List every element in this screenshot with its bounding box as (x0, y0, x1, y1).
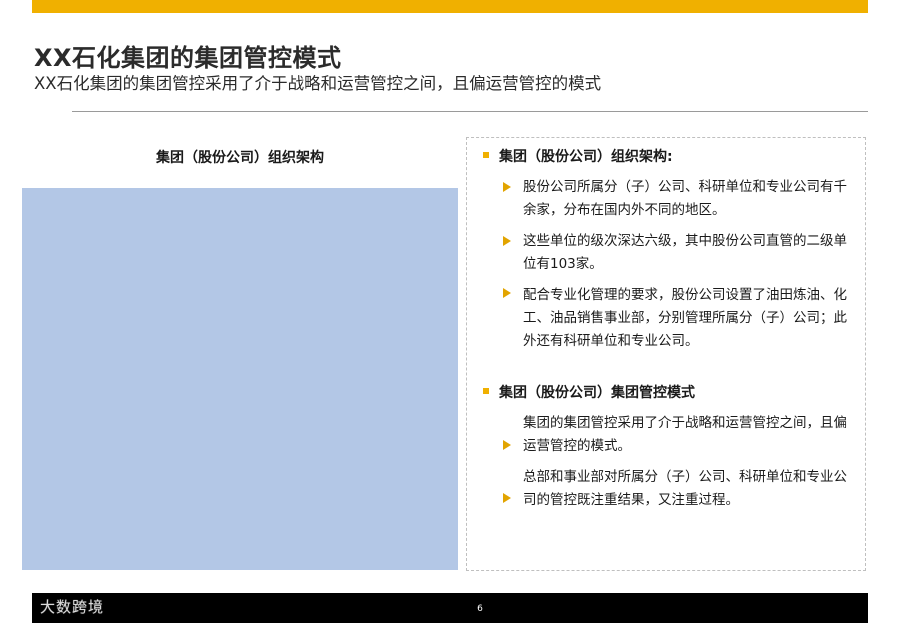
bullet-item-text: 总部和事业部对所属分（子）公司、科研单位和专业公司的管控既注重结果，又注重过程。 (523, 469, 847, 508)
arrow-bullet-icon (503, 440, 511, 450)
arrow-bullet-icon (503, 236, 511, 246)
section-heading-org-text: 集团（股份公司）组织架构: (499, 149, 673, 165)
bullet-item-text: 这些单位的级次深达六级，其中股份公司直管的二级单位有103家。 (523, 233, 847, 272)
square-bullet-icon (483, 152, 489, 158)
arrow-bullet-icon (503, 493, 511, 503)
page-subtitle: XX石化集团的集团管控采用了介于战略和运营管控之间，且偏运营管控的模式 (34, 74, 602, 93)
org-chart-area (22, 188, 458, 570)
bullet-item-text: 配合专业化管理的要求，股份公司设置了油田炼油、化工、油品销售事业部，分别管理所属… (523, 287, 847, 349)
footer-bar (32, 593, 868, 623)
page-title: XX石化集团的集团管控模式 (34, 44, 342, 72)
org-chart-heading: 集团（股份公司）组织架构 (156, 150, 324, 166)
section-heading-org: 集团（股份公司）组织架构: (483, 146, 673, 166)
section-heading-control: 集团（股份公司）集团管控模式 (483, 382, 695, 402)
description-panel: 集团（股份公司）组织架构: 股份公司所属分（子）公司、科研单位和专业公司有千余家… (466, 137, 866, 571)
title-divider (72, 111, 868, 112)
watermark-text: 大数跨境 (40, 597, 105, 616)
bullet-item-text: 集团的集团管控采用了介于战略和运营管控之间，且偏运营管控的模式。 (523, 415, 847, 454)
page-number: 6 (477, 604, 483, 614)
bullet-item-text: 股份公司所属分（子）公司、科研单位和专业公司有千余家，分布在国内外不同的地区。 (523, 179, 847, 218)
arrow-bullet-icon (503, 288, 511, 298)
top-accent-bar (32, 0, 868, 13)
watermark-logo-icon (9, 599, 31, 613)
section-heading-control-text: 集团（股份公司）集团管控模式 (499, 385, 695, 401)
arrow-bullet-icon (503, 182, 511, 192)
watermark: 大数跨境 (8, 595, 104, 617)
square-bullet-icon (483, 388, 489, 394)
